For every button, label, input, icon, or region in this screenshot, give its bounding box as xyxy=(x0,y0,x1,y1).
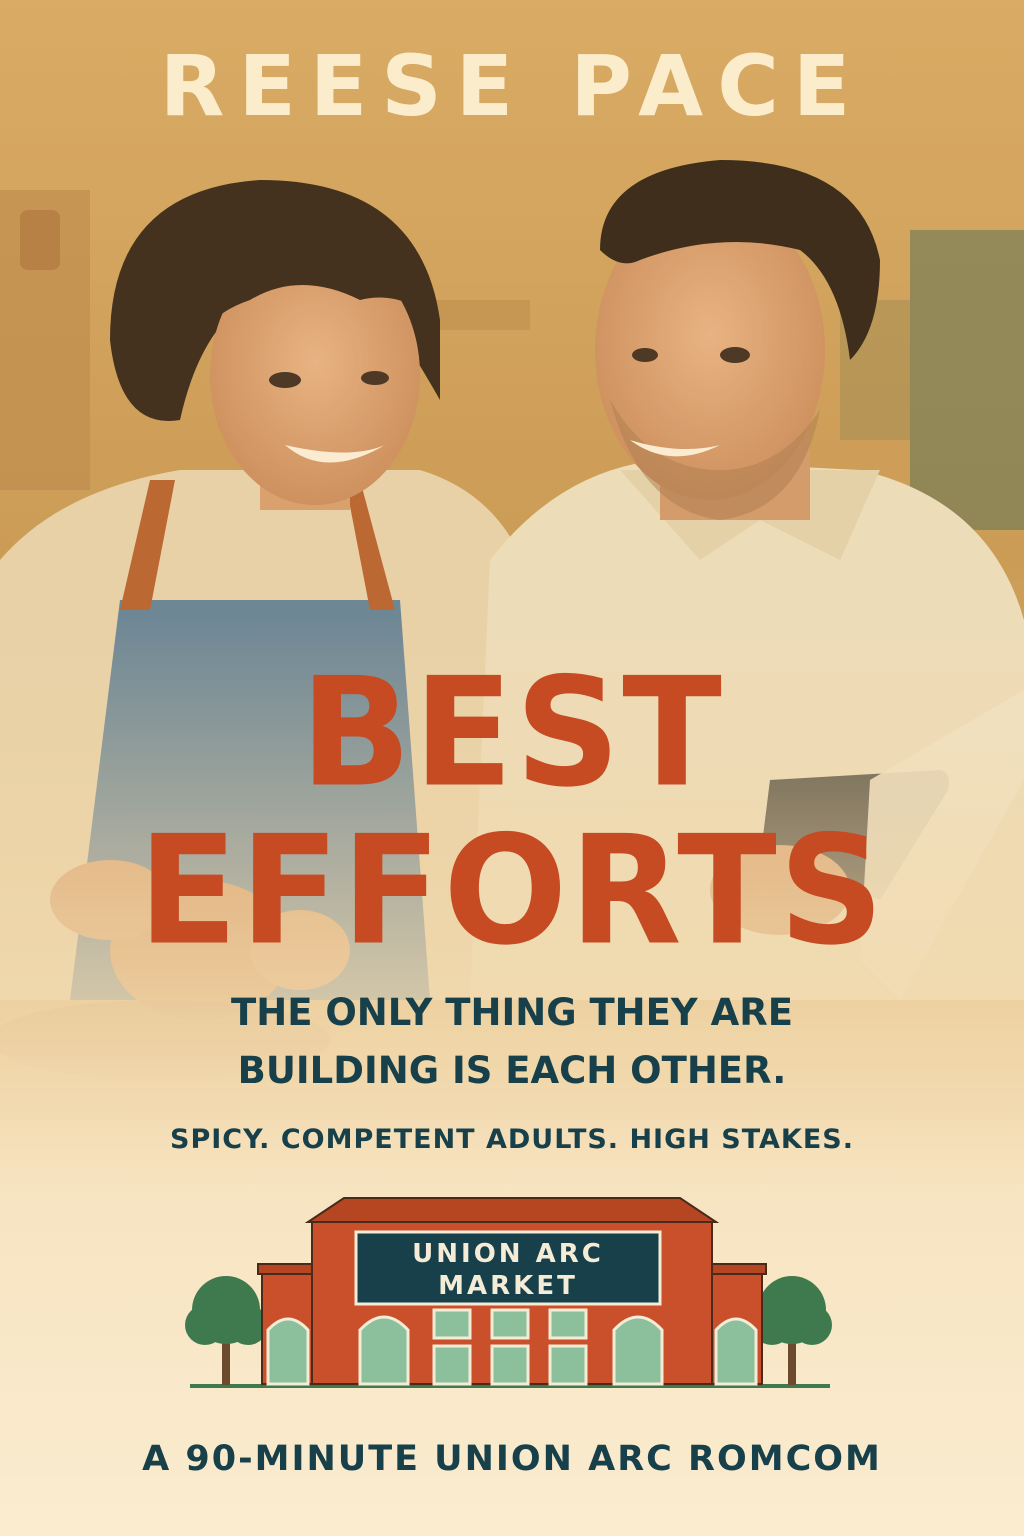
sign-text-line-1: UNION ARC xyxy=(412,1239,604,1269)
tagline-line-1: THE ONLY THING THEY ARE xyxy=(230,991,793,1034)
tree-left-icon xyxy=(185,1276,268,1385)
subtitle: SPICY. COMPETENT ADULTS. HIGH STAKES. xyxy=(170,1124,854,1155)
sign-text-line-2: MARKET xyxy=(438,1271,578,1301)
book-title-line-1: BEST xyxy=(300,645,724,821)
tagline-line-2: BUILDING IS EACH OTHER. xyxy=(237,1049,787,1092)
market-building-logo: UNION ARC MARKET xyxy=(185,1197,832,1388)
series-line: A 90-MINUTE UNION ARC ROMCOM xyxy=(142,1439,882,1479)
tree-right-icon xyxy=(752,1276,832,1385)
book-cover: REESE PACE BEST EFFORTS THE ONLY THING T… xyxy=(0,0,1024,1536)
author-name: REESE PACE xyxy=(159,37,865,135)
book-title-line-2: EFFORTS xyxy=(138,803,886,979)
